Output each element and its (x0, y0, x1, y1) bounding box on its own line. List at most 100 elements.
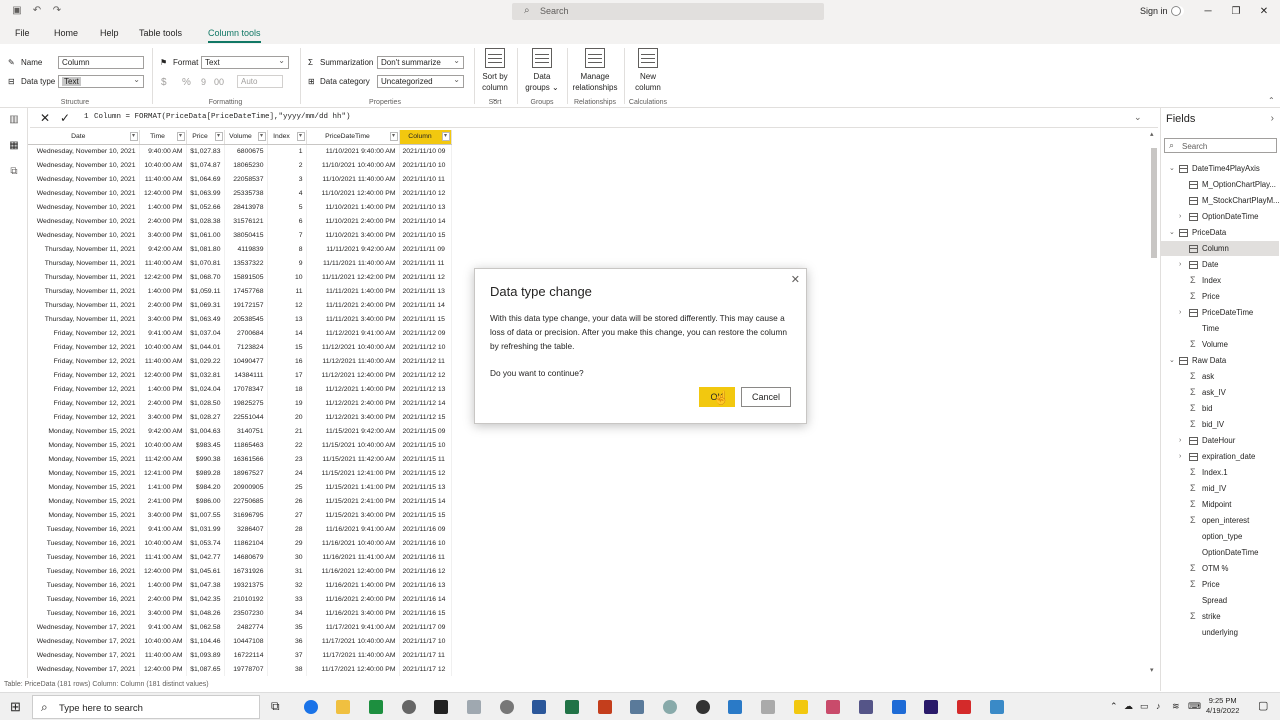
chevron-down-icon[interactable]: ⌄ (1169, 353, 1175, 368)
acrobat-icon[interactable] (957, 700, 971, 714)
network-icon[interactable]: ▭ (1140, 701, 1149, 712)
summarization-select[interactable]: Don't summarize (377, 55, 464, 69)
field-item[interactable]: Σmid_IV (1161, 481, 1279, 496)
app-icon[interactable] (859, 700, 873, 714)
new-column-button[interactable]: New column (628, 48, 668, 93)
field-item[interactable]: › expiration_date (1161, 449, 1279, 464)
cancel-button[interactable]: Cancel (741, 387, 791, 407)
comma-button[interactable]: 9 (201, 77, 206, 87)
settings-icon[interactable] (402, 700, 416, 714)
excel-app-icon[interactable] (369, 700, 383, 714)
field-item[interactable]: ⌄ DateTime4PlayAxis (1161, 161, 1279, 176)
cloud-icon[interactable]: ☁ (1124, 701, 1133, 712)
save-icon[interactable]: ▣ (10, 4, 24, 18)
manage-relationships-button[interactable]: Manage relationships (570, 48, 620, 93)
datacategory-select[interactable]: Uncategorized (377, 74, 464, 88)
field-item[interactable]: Column (1161, 241, 1279, 256)
sign-in-link[interactable]: Sign in (1140, 6, 1168, 16)
vscode-icon[interactable] (728, 700, 742, 714)
chevron-right-icon[interactable]: › (1179, 257, 1181, 272)
excel-icon[interactable] (565, 700, 579, 714)
file-explorer-icon[interactable] (336, 700, 350, 714)
field-item[interactable]: › OptionDateTime (1161, 209, 1279, 224)
field-item[interactable]: Σ Midpoint (1161, 497, 1279, 512)
tab-file[interactable]: File (15, 28, 30, 38)
field-item[interactable]: Σ Price (1161, 577, 1279, 592)
redo-icon[interactable]: ↷ (50, 4, 64, 18)
format-select[interactable]: Text (201, 55, 289, 69)
name-field[interactable]: Column (58, 56, 144, 69)
word-icon[interactable] (532, 700, 546, 714)
terminal-icon[interactable] (434, 700, 448, 714)
app-icon[interactable] (761, 700, 775, 714)
tab-table-tools[interactable]: Table tools (139, 28, 182, 38)
app-icon[interactable] (990, 700, 1004, 714)
field-item[interactable]: ⌄ PriceData (1161, 225, 1279, 240)
field-item[interactable]: M_OptionChartPlay... (1161, 177, 1279, 192)
chevron-down-icon[interactable]: ⌄ (1169, 225, 1175, 240)
close-icon[interactable]: ✕ (791, 273, 800, 286)
chrome-icon[interactable] (304, 700, 318, 714)
tab-home[interactable]: Home (54, 28, 78, 38)
field-item[interactable]: underlying (1161, 625, 1279, 640)
chevron-right-icon[interactable]: › (1179, 209, 1181, 224)
keyboard-icon[interactable]: ⌨ (1188, 701, 1201, 712)
minimize-icon[interactable]: ─ (1198, 4, 1218, 20)
collapse-ribbon-icon[interactable]: ⌃ (1268, 96, 1275, 105)
field-item[interactable]: › DateHour (1161, 433, 1279, 448)
wifi-icon[interactable]: ≋ (1172, 701, 1180, 712)
field-item[interactable]: Σ Index (1161, 273, 1279, 288)
percent-button[interactable]: % (182, 77, 191, 88)
field-item[interactable]: › Date (1161, 257, 1279, 272)
decimal-button[interactable]: 00 (214, 77, 224, 87)
close-icon[interactable]: ✕ (1254, 4, 1274, 20)
field-item[interactable]: Σopen_interest (1161, 513, 1279, 528)
powerpoint-icon[interactable] (598, 700, 612, 714)
decimal-places-field[interactable]: Auto (237, 75, 283, 88)
power-bi-icon[interactable] (794, 700, 808, 714)
clock[interactable]: 9:25 PM 4/19/2022 (1206, 696, 1239, 716)
premiere-icon[interactable] (924, 700, 938, 714)
field-item[interactable]: Σbid (1161, 401, 1279, 416)
app-icon[interactable] (663, 700, 677, 714)
field-item[interactable]: Σask (1161, 369, 1279, 384)
sort-by-column-button[interactable]: Sort by column ⌄ (478, 48, 512, 104)
field-item[interactable]: ⌄ Raw Data (1161, 353, 1279, 368)
chevron-right-icon[interactable]: › (1179, 449, 1181, 464)
field-item[interactable]: Σask_IV (1161, 385, 1279, 400)
task-view-icon[interactable]: ⧉ (271, 699, 280, 714)
taskbar-search[interactable]: ⌕ Type here to search (32, 695, 260, 719)
app-icon[interactable] (892, 700, 906, 714)
maximize-icon[interactable]: ❐ (1226, 4, 1246, 20)
calculator-icon[interactable] (630, 700, 644, 714)
field-item[interactable]: Σ Volume (1161, 337, 1279, 352)
undo-icon[interactable]: ↶ (30, 4, 44, 18)
field-item[interactable]: Σ OTM % (1161, 561, 1279, 576)
notifications-icon[interactable]: ▢ (1258, 699, 1268, 712)
tray-chevron-icon[interactable]: ⌃ (1110, 701, 1118, 712)
windows-start-icon[interactable]: ⊞ (10, 699, 21, 715)
field-item[interactable]: Spread (1161, 593, 1279, 608)
field-item[interactable]: option_type (1161, 529, 1279, 544)
field-item[interactable]: Σbid_IV (1161, 417, 1279, 432)
field-item[interactable]: M_StockChartPlayM... (1161, 193, 1280, 208)
field-item[interactable]: Time (1161, 321, 1279, 336)
field-item[interactable]: › PriceDateTime (1161, 305, 1279, 320)
field-item[interactable]: Σstrike (1161, 609, 1279, 624)
fields-search-input[interactable]: ⌕ Search (1164, 138, 1277, 153)
field-item[interactable]: Σ Price (1161, 289, 1279, 304)
avatar[interactable] (1170, 6, 1184, 16)
app-icon[interactable] (696, 700, 710, 714)
app-icon[interactable] (467, 700, 481, 714)
field-item[interactable]: Σ Index.1 (1161, 465, 1279, 480)
collapse-pane-icon[interactable]: › (1271, 113, 1274, 124)
app-icon[interactable] (500, 700, 514, 714)
search-box[interactable]: ⌕ Search (512, 3, 824, 20)
tab-help[interactable]: Help (100, 28, 119, 38)
data-groups-button[interactable]: Data groups ⌄ (522, 48, 562, 93)
chevron-right-icon[interactable]: › (1179, 433, 1181, 448)
currency-button[interactable]: $ (161, 77, 167, 88)
tab-column-tools[interactable]: Column tools (208, 28, 261, 43)
volume-icon[interactable]: ♪ (1156, 701, 1161, 711)
chevron-down-icon[interactable]: ⌄ (1169, 161, 1175, 176)
